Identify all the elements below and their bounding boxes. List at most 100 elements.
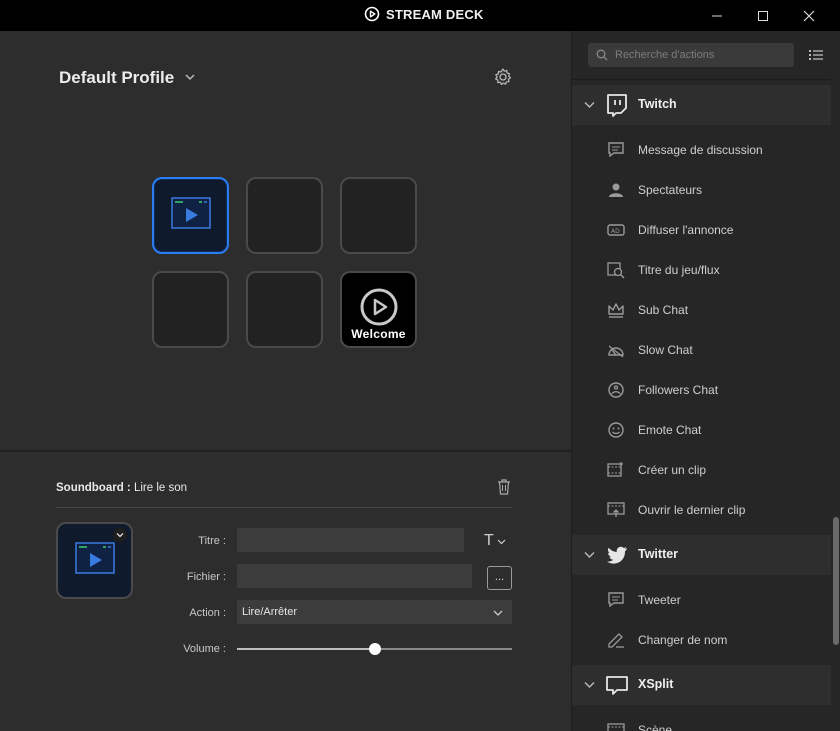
twitter-bird-icon <box>607 546 627 564</box>
title-font-button[interactable]: T <box>484 532 506 550</box>
elgato-logo-icon <box>364 6 380 22</box>
minimize-icon <box>712 15 722 16</box>
volume-label: Volume : <box>183 643 226 655</box>
actions-sidebar: Recherche d'actions Twitch Message de di… <box>571 31 840 731</box>
chevron-down-icon <box>493 610 503 616</box>
properties-title: Soundboard : Lire le son <box>56 482 187 494</box>
scene-icon <box>607 723 625 731</box>
key-slot-6[interactable]: Welcome <box>340 271 417 348</box>
category-name: Twitter <box>638 547 679 561</box>
action-label: Action : <box>189 607 226 619</box>
close-icon <box>803 10 815 21</box>
action-item-label: Spectateurs <box>638 183 703 197</box>
action-name: Lire le son <box>133 482 188 494</box>
key-slot-2[interactable] <box>246 177 323 254</box>
file-input[interactable] <box>237 564 472 588</box>
chevron-down-icon <box>497 539 506 544</box>
action-item-label: Scène <box>638 723 673 731</box>
ad-broadcast-icon: AD <box>607 224 625 236</box>
action-item-slow-chat[interactable]: Slow Chat <box>572 330 831 370</box>
category-xsplit[interactable]: XSplit <box>572 665 831 705</box>
action-item-emote-chat[interactable]: Emote Chat <box>572 410 831 450</box>
action-item-label: Tweeter <box>638 593 681 607</box>
app-title: STREAM DECK <box>364 6 484 22</box>
search-icon <box>596 49 608 61</box>
action-select[interactable]: Lire/Arrêter <box>237 600 512 624</box>
slow-chat-icon <box>608 345 624 358</box>
file-label: Fichier : <box>186 571 226 583</box>
title-label: Titre : <box>198 535 226 547</box>
maximize-button[interactable] <box>740 0 786 31</box>
emote-icon <box>608 422 624 438</box>
action-item-message[interactable]: Message de discussion <box>572 130 831 170</box>
plugin-name: Soundboard : <box>56 482 131 494</box>
profile-selector[interactable]: Default Profile <box>59 68 196 88</box>
action-item-label: Diffuser l'annonce <box>638 223 734 237</box>
trash-icon[interactable] <box>496 478 512 496</box>
action-item-label: Changer de nom <box>638 633 728 647</box>
browse-button[interactable]: ... <box>487 566 512 590</box>
chevron-down-icon <box>116 533 124 538</box>
action-item-viewers[interactable]: Spectateurs <box>572 170 831 210</box>
followers-chat-icon <box>608 382 624 398</box>
category-twitch[interactable]: Twitch <box>572 85 831 125</box>
title-bar: STREAM DECK <box>0 0 840 31</box>
open-clip-icon <box>607 502 625 517</box>
volume-slider-thumb[interactable] <box>368 643 381 655</box>
action-item-label: Ouvrir le dernier clip <box>638 503 746 517</box>
category-twitter[interactable]: Twitter <box>572 535 831 575</box>
gear-icon[interactable] <box>493 67 513 87</box>
key-slot-3[interactable] <box>340 177 417 254</box>
video-player-icon <box>75 542 115 574</box>
title-input[interactable] <box>237 528 464 552</box>
key-slot-1[interactable] <box>152 177 229 254</box>
properties-panel: Soundboard : Lire le son Titre : T Fichi… <box>0 452 571 731</box>
action-item-label: Message de discussion <box>638 143 763 157</box>
action-item-label: Sub Chat <box>638 303 689 317</box>
search-placeholder: Recherche d'actions <box>615 49 715 61</box>
key-preview[interactable] <box>56 522 133 599</box>
properties-separator <box>56 507 512 508</box>
action-item-tweet[interactable]: Tweeter <box>572 580 831 620</box>
action-item-label: Titre du jeu/flux <box>638 263 720 277</box>
svg-text:AD: AD <box>611 228 620 235</box>
key-slot-4[interactable] <box>152 271 229 348</box>
action-item-label: Followers Chat <box>638 383 719 397</box>
chevron-down-icon <box>584 552 595 558</box>
profile-name: Default Profile <box>59 68 175 87</box>
minimize-button[interactable] <box>694 0 740 31</box>
action-select-value: Lire/Arrêter <box>242 606 298 618</box>
volume-slider[interactable] <box>237 643 512 655</box>
key-slot-5[interactable] <box>246 271 323 348</box>
elgato-logo-icon <box>360 288 398 326</box>
action-item-label: Slow Chat <box>638 343 693 357</box>
maximize-icon <box>758 10 768 21</box>
twitch-icon <box>607 94 627 117</box>
text-format-icon: T <box>484 532 494 549</box>
list-view-icon[interactable] <box>809 49 823 61</box>
action-item-scene[interactable]: Scène <box>572 710 831 731</box>
chevron-down-icon <box>184 68 196 88</box>
sidebar-scrollbar-thumb[interactable] <box>833 517 839 645</box>
action-item-ad[interactable]: AD Diffuser l'annonce <box>572 210 831 250</box>
action-item-change-name[interactable]: Changer de nom <box>572 620 831 660</box>
crown-icon <box>608 303 624 318</box>
category-name: XSplit <box>638 677 674 691</box>
change-name-icon <box>608 633 624 648</box>
category-name: Twitch <box>638 97 677 111</box>
action-item-open-clip[interactable]: Ouvrir le dernier clip <box>572 490 831 530</box>
create-clip-icon <box>607 462 623 477</box>
app-title-text: STREAM DECK <box>386 6 484 22</box>
chevron-down-icon <box>584 102 595 108</box>
action-item-label: Créer un clip <box>638 463 707 477</box>
action-item-sub-chat[interactable]: Sub Chat <box>572 290 831 330</box>
viewers-icon <box>609 183 623 197</box>
action-search-input[interactable]: Recherche d'actions <box>588 43 794 67</box>
close-button[interactable] <box>786 0 832 31</box>
action-item-create-clip[interactable]: Créer un clip <box>572 450 831 490</box>
tweet-icon <box>608 592 624 608</box>
icon-dropdown-button[interactable] <box>113 528 127 542</box>
action-item-title[interactable]: Titre du jeu/flux <box>572 250 831 290</box>
action-item-followers-chat[interactable]: Followers Chat <box>572 370 831 410</box>
xsplit-icon <box>606 676 628 695</box>
